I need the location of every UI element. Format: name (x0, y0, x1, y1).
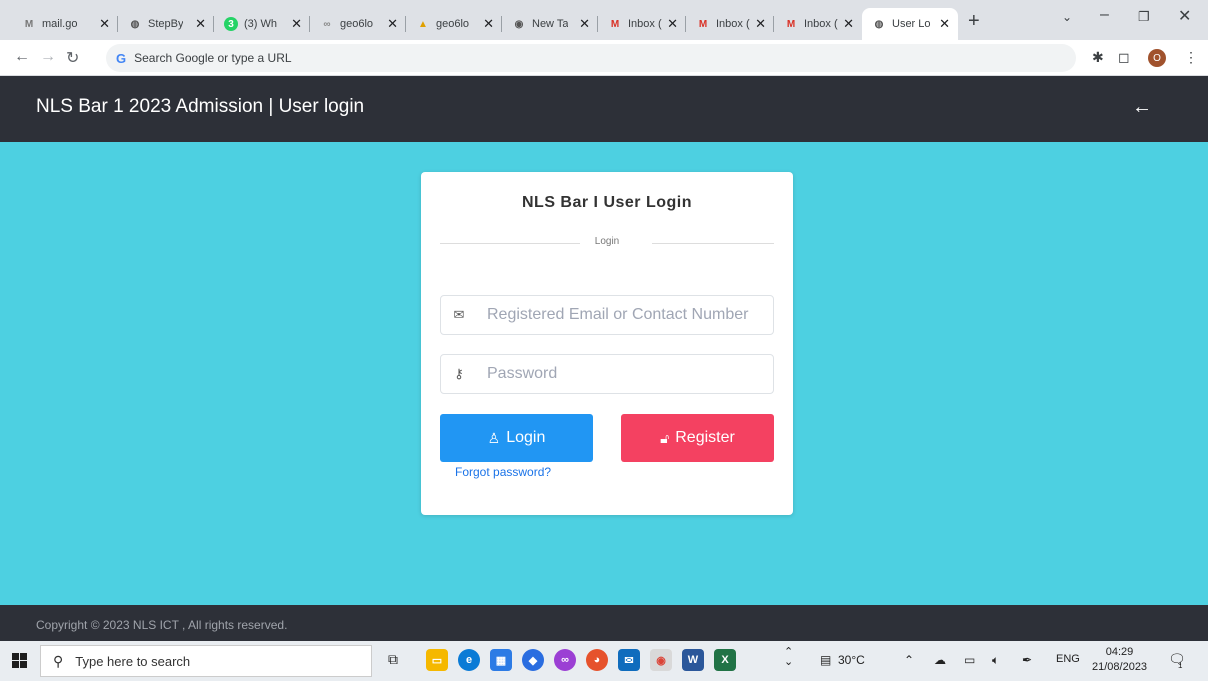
browser-tab-strip: M mail.go ✕ ◍ StepBy ✕ 3 (3) Wh ✕ ∞ geo6… (0, 0, 1208, 40)
browser-tab[interactable]: ∞ geo6lo ✕ (310, 8, 406, 40)
user-icon: ♙ (487, 429, 501, 446)
close-tab-icon[interactable]: ✕ (483, 16, 494, 32)
extensions-icon[interactable]: ✱ (1092, 49, 1104, 66)
close-tab-icon[interactable]: ✕ (843, 16, 854, 32)
browser-tab[interactable]: M Inbox ( ✕ (774, 8, 862, 40)
login-card-title: NLS Bar I User Login (521, 194, 693, 211)
close-tab-icon[interactable]: ✕ (755, 16, 766, 32)
weather-text[interactable]: 30°C (838, 653, 865, 667)
new-tab-button[interactable]: + (968, 10, 980, 33)
link-icon: ∞ (323, 18, 331, 30)
close-tab-icon[interactable]: ✕ (291, 16, 302, 32)
app-icon[interactable]: ∞ (554, 649, 576, 671)
tab-search-icon[interactable]: ⌄ (1062, 10, 1072, 24)
page-title: NLS Bar 1 2023 Admission | User login (36, 96, 365, 117)
back-icon[interactable]: ← (14, 48, 30, 66)
firefox-icon[interactable]: ◕ (586, 649, 608, 671)
restore-button[interactable]: ❐ (1138, 9, 1150, 25)
reload-icon[interactable]: ↻ (66, 48, 79, 68)
window-close-button[interactable]: ✕ (1178, 6, 1191, 26)
browser-tab[interactable]: ▲ geo6lo ✕ (406, 8, 502, 40)
browser-tab-active[interactable]: ◍ User Lo ✕ (862, 8, 958, 40)
network-icon[interactable]: ▭ (964, 653, 975, 667)
clock[interactable]: 04:29 21/08/2023 (1092, 645, 1147, 675)
browser-tab[interactable]: ◍ StepBy ✕ (118, 8, 214, 40)
notification-icon[interactable]: 🗨︎ (1168, 651, 1186, 668)
close-tab-icon[interactable]: ✕ (939, 16, 950, 32)
notification-count: 1 (1178, 661, 1183, 670)
browser-tab[interactable]: ◉ New Ta ✕ (502, 8, 598, 40)
doc-icon: ▲ (418, 18, 428, 30)
gmail-icon: M (698, 18, 708, 30)
close-tab-icon[interactable]: ✕ (195, 16, 206, 32)
app-icon[interactable]: ◆ (522, 649, 544, 671)
close-tab-icon[interactable]: ✕ (387, 16, 398, 32)
browser-tab[interactable]: 3 (3) Wh ✕ (214, 8, 310, 40)
google-icon: G (116, 50, 127, 66)
password-input[interactable] (487, 365, 767, 383)
arrow-left-icon[interactable]: ← (1132, 96, 1152, 119)
globe-icon: ◍ (130, 18, 140, 30)
side-panel-icon[interactable]: ◻ (1118, 49, 1130, 66)
close-tab-icon[interactable]: ✕ (579, 16, 590, 32)
register-button[interactable]: 🔓︎ Register (621, 414, 774, 462)
gmail-icon: M (786, 18, 796, 30)
language-indicator[interactable]: ENG (1056, 653, 1080, 665)
browser-toolbar: ← → ↻ G Search Google or type a URL ✱ ◻ … (0, 40, 1208, 76)
volume-icon[interactable]: 🔈︎ (992, 653, 999, 668)
globe-icon: ◍ (874, 18, 884, 30)
taskbar: ⚲ Type here to search ⧉ ▭ e ▦ ◆ ∞ ◕ ✉ ◉ … (0, 641, 1208, 681)
close-tab-icon[interactable]: ✕ (99, 16, 110, 32)
unlock-icon: 🔓︎ (660, 429, 670, 446)
page-footer: Copyright © 2023 NLS ICT , All rights re… (0, 605, 1208, 641)
task-view-icon[interactable]: ⧉ (388, 651, 398, 668)
gmail-icon: M (24, 18, 34, 30)
avatar[interactable]: O (1148, 49, 1166, 67)
taskbar-search-input[interactable]: ⚲ Type here to search (40, 645, 372, 677)
pen-icon[interactable]: ✒ (1022, 653, 1032, 667)
file-explorer-icon[interactable]: ▭ (426, 649, 448, 671)
login-divider: Login (440, 236, 774, 250)
envelope-icon: ✉ (453, 307, 465, 322)
overflow-icon[interactable]: ⌃ ⌄ (784, 647, 793, 668)
forgot-password-link[interactable]: Forgot password? (455, 465, 551, 479)
chrome-icon: ◉ (514, 18, 524, 30)
copyright-text: Copyright © 2023 NLS ICT , All rights re… (36, 618, 288, 632)
onedrive-icon[interactable]: ☁ (934, 653, 946, 667)
address-bar[interactable]: G Search Google or type a URL (106, 44, 1076, 72)
windows-start-icon[interactable] (12, 653, 28, 669)
email-input[interactable] (487, 306, 767, 324)
edge-icon[interactable]: e (458, 649, 480, 671)
mail-icon[interactable]: ✉ (618, 649, 640, 671)
login-button[interactable]: ♙ Login (440, 414, 593, 462)
close-tab-icon[interactable]: ✕ (667, 16, 678, 32)
whatsapp-icon: 3 (224, 17, 238, 31)
forward-icon[interactable]: → (40, 48, 56, 66)
app-header: NLS Bar 1 2023 Admission | User login ← (0, 76, 1208, 142)
search-icon: ⚲ (53, 652, 64, 669)
key-icon: ⚷ (454, 366, 464, 381)
gmail-icon: M (610, 18, 620, 30)
browser-tab[interactable]: M Inbox ( ✕ (598, 8, 686, 40)
store-icon[interactable]: ▦ (490, 649, 512, 671)
login-card: NLS Bar I User Login Login ✉ ⚷ ♙ Login 🔓… (421, 172, 793, 515)
weather-icon[interactable]: ▤ (820, 653, 831, 667)
minimize-button[interactable]: – (1100, 6, 1109, 24)
browser-tab[interactable]: M Inbox ( ✕ (686, 8, 774, 40)
password-field[interactable]: ⚷ (440, 354, 774, 394)
menu-icon[interactable]: ⋮ (1184, 49, 1198, 66)
show-hidden-icons[interactable]: ⌃ (904, 653, 914, 667)
chrome-icon[interactable]: ◉ (650, 649, 672, 671)
browser-tab[interactable]: M mail.go ✕ (12, 8, 118, 40)
email-field[interactable]: ✉ (440, 295, 774, 335)
excel-icon[interactable]: X (714, 649, 736, 671)
word-icon[interactable]: W (682, 649, 704, 671)
